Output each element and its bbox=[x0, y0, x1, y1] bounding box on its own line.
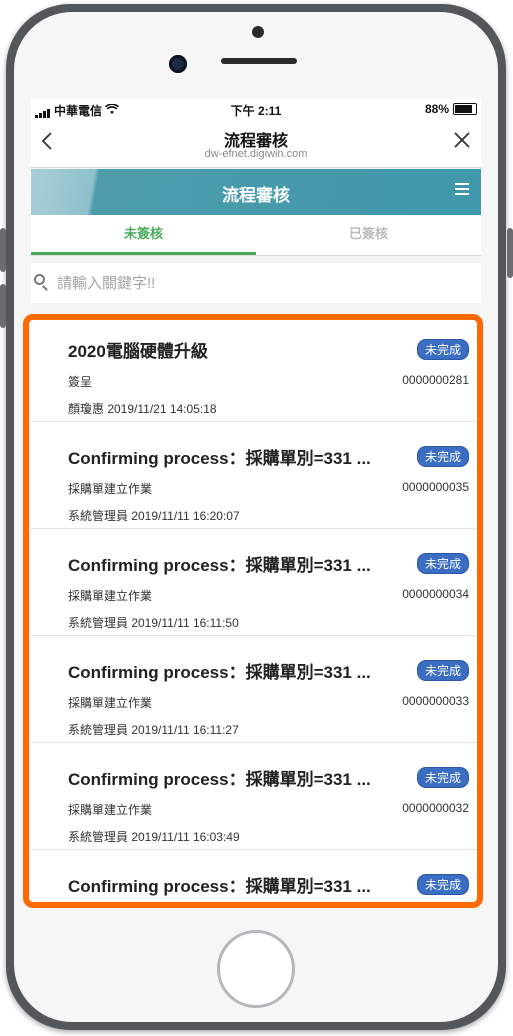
tab-signed[interactable]: 已簽核 bbox=[256, 215, 481, 255]
close-icon[interactable] bbox=[453, 129, 471, 155]
battery-percent: 88% bbox=[424, 102, 449, 116]
search-bar bbox=[31, 263, 481, 303]
tab-bar: 未簽核 已簽核 bbox=[31, 215, 481, 256]
front-camera bbox=[169, 55, 187, 73]
volume-down-button bbox=[0, 284, 6, 328]
home-button[interactable] bbox=[217, 930, 295, 1008]
front-sensor bbox=[252, 26, 264, 38]
highlight-frame bbox=[23, 314, 483, 908]
hamburger-menu-icon[interactable] bbox=[455, 183, 469, 195]
search-input[interactable] bbox=[55, 269, 459, 297]
app-header: 流程審核 bbox=[31, 169, 481, 215]
earpiece-speaker bbox=[221, 58, 297, 64]
power-button bbox=[507, 228, 513, 278]
tab-pending[interactable]: 未簽核 bbox=[31, 215, 256, 255]
battery-icon bbox=[453, 103, 477, 115]
volume-up-button bbox=[0, 228, 6, 272]
search-icon bbox=[34, 274, 45, 285]
nav-url: dw-efnet.digiwin.com bbox=[204, 148, 308, 160]
app-title: 流程審核 bbox=[222, 186, 290, 205]
status-time: 下午 2:11 bbox=[230, 104, 282, 118]
browser-nav-bar: 流程審核 dw-efnet.digiwin.com bbox=[31, 119, 481, 168]
status-bar: 中華電信 下午 2:11 88% bbox=[31, 99, 481, 119]
